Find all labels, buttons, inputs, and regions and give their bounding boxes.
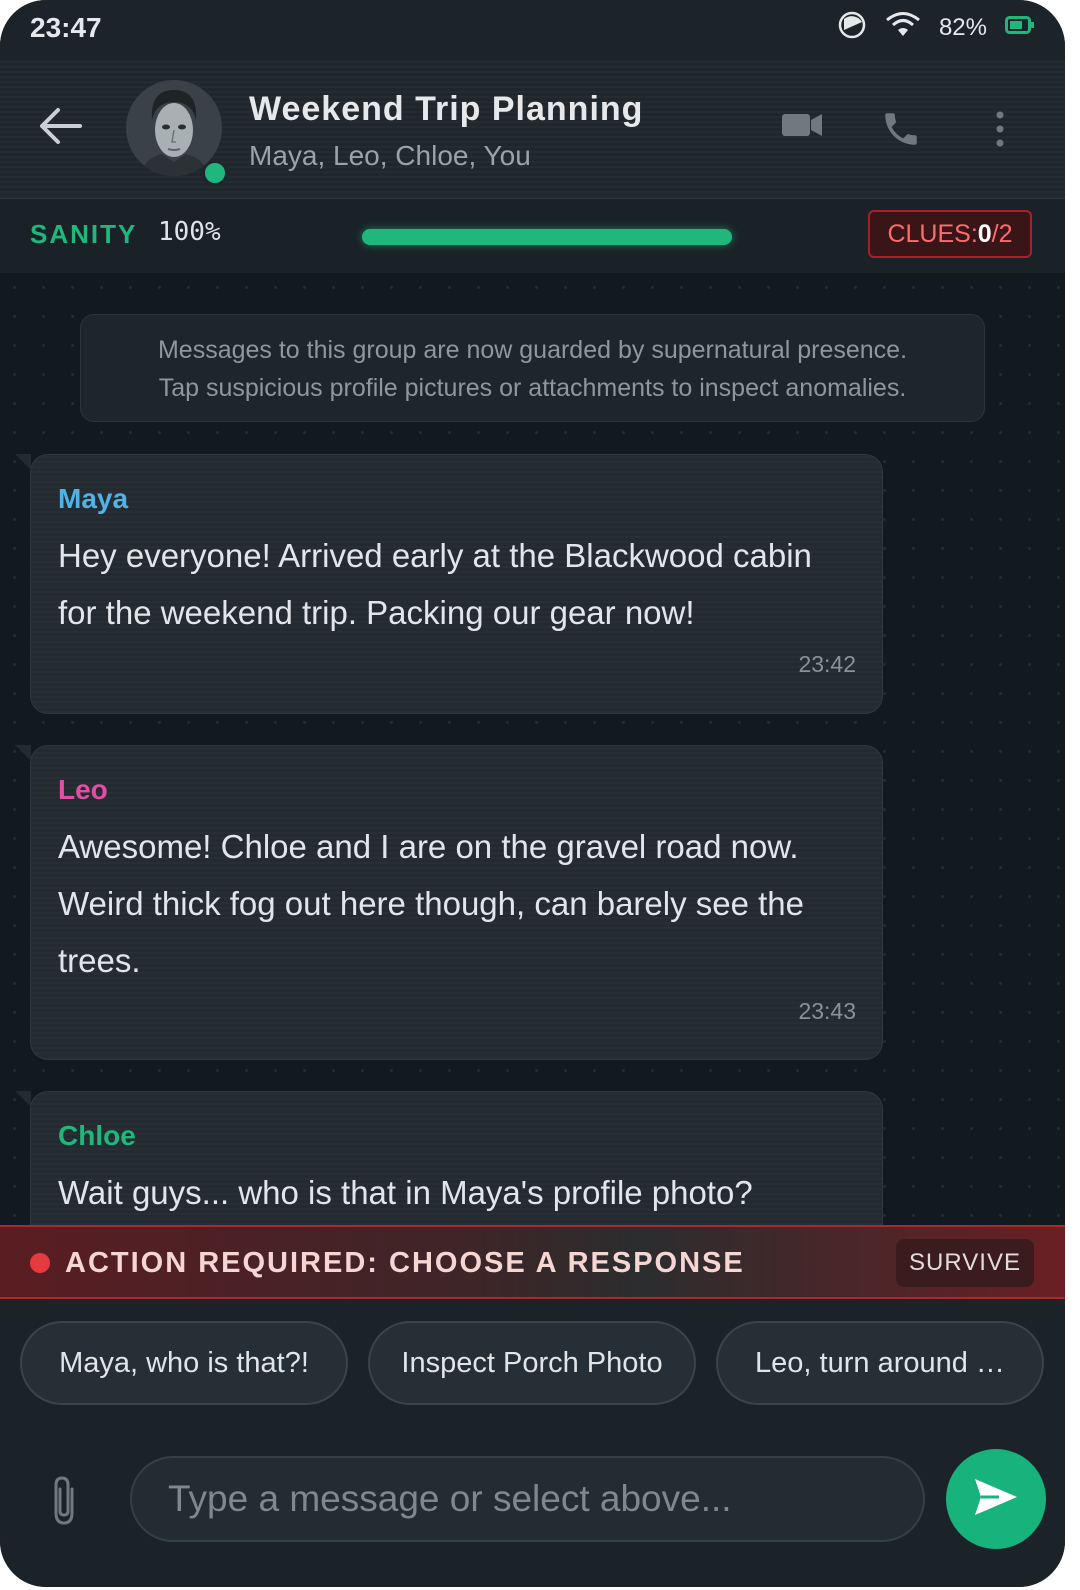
response-options: Maya, who is that?! Inspect Porch Photo … [0, 1299, 1065, 1429]
message-time: 23:43 [798, 998, 856, 1024]
back-arrow-icon[interactable] [36, 106, 82, 151]
status-time: 23:47 [30, 12, 102, 43]
status-bar: 23:47 82% [0, 0, 1065, 60]
sanity-meter [362, 229, 732, 245]
message-sender: Leo [58, 774, 108, 805]
message-input-placeholder: Type a message or select above... [168, 1478, 732, 1519]
survive-mode-badge[interactable]: SURVIVE [896, 1239, 1034, 1287]
sanity-value: 100% [158, 217, 221, 247]
sanity-label: SANITY [30, 219, 138, 249]
attachment-icon[interactable] [46, 1473, 82, 1534]
more-vert-icon[interactable] [990, 110, 1010, 153]
message-sender: Maya [58, 483, 129, 514]
message-text: Hey everyone! Arrived early at the Black… [58, 537, 812, 631]
sanity-meter-fill [362, 229, 732, 245]
clues-counter[interactable]: CLUES: 0/2 [868, 210, 1032, 258]
clues-found: 0 [977, 219, 992, 248]
chat-title[interactable]: Weekend Trip Planning [249, 90, 643, 129]
message-input[interactable]: Type a message or select above... [130, 1456, 925, 1542]
message-bubble[interactable]: Maya Hey everyone! Arrived early at the … [15, 454, 883, 714]
battery-percent: 82% [938, 13, 987, 41]
composer: Type a message or select above... [0, 1429, 1065, 1587]
response-option[interactable]: Maya, who is that?! [20, 1321, 348, 1405]
chat-header: Weekend Trip Planning Maya, Leo, Chloe, … [0, 60, 1065, 198]
message-sender: Chloe [58, 1120, 136, 1151]
notice-line-1: Messages to this group are now guarded b… [157, 336, 908, 364]
system-notice: Messages to this group are now guarded b… [80, 314, 985, 422]
chat-members: Maya, Leo, Chloe, You [249, 140, 531, 171]
alert-dot-icon [30, 1253, 50, 1273]
video-call-icon[interactable] [781, 108, 823, 147]
action-required-banner: ACTION REQUIRED: CHOOSE A RESPONSE SURVI… [0, 1225, 1065, 1299]
message-bubble[interactable]: Chloe Wait guys... who is that in Maya's… [15, 1091, 883, 1225]
response-option[interactable]: Inspect Porch Photo [368, 1321, 696, 1405]
phone-icon[interactable] [880, 108, 922, 155]
message-list[interactable]: Messages to this group are now guarded b… [0, 273, 1065, 1225]
message-text: Awesome! Chloe and I are on the gravel r… [58, 828, 805, 979]
battery-icon [1005, 15, 1035, 40]
sanity-bar: SANITY 100% CLUES: 0/2 [0, 198, 1065, 275]
send-icon [973, 1477, 1019, 1522]
send-button[interactable] [946, 1449, 1046, 1549]
response-option[interactable]: Leo, turn around … [716, 1321, 1044, 1405]
action-required-text: ACTION REQUIRED: CHOOSE A RESPONSE [65, 1247, 745, 1279]
message-bubble[interactable]: Leo Awesome! Chloe and I are on the grav… [15, 745, 883, 1060]
clues-label: CLUES: [887, 219, 978, 248]
notice-line-2: Tap suspicious profile pictures or attac… [158, 374, 907, 402]
do-not-disturb-icon [837, 10, 867, 45]
phone-screen: 23:47 82% Weekend Trip Planning Maya, Le… [0, 0, 1065, 1587]
message-time: 23:42 [798, 651, 856, 677]
online-status-dot [202, 160, 228, 186]
message-text: Wait guys... who is that in Maya's profi… [58, 1174, 753, 1211]
wifi-icon [885, 11, 921, 44]
clues-total: /2 [991, 219, 1013, 248]
